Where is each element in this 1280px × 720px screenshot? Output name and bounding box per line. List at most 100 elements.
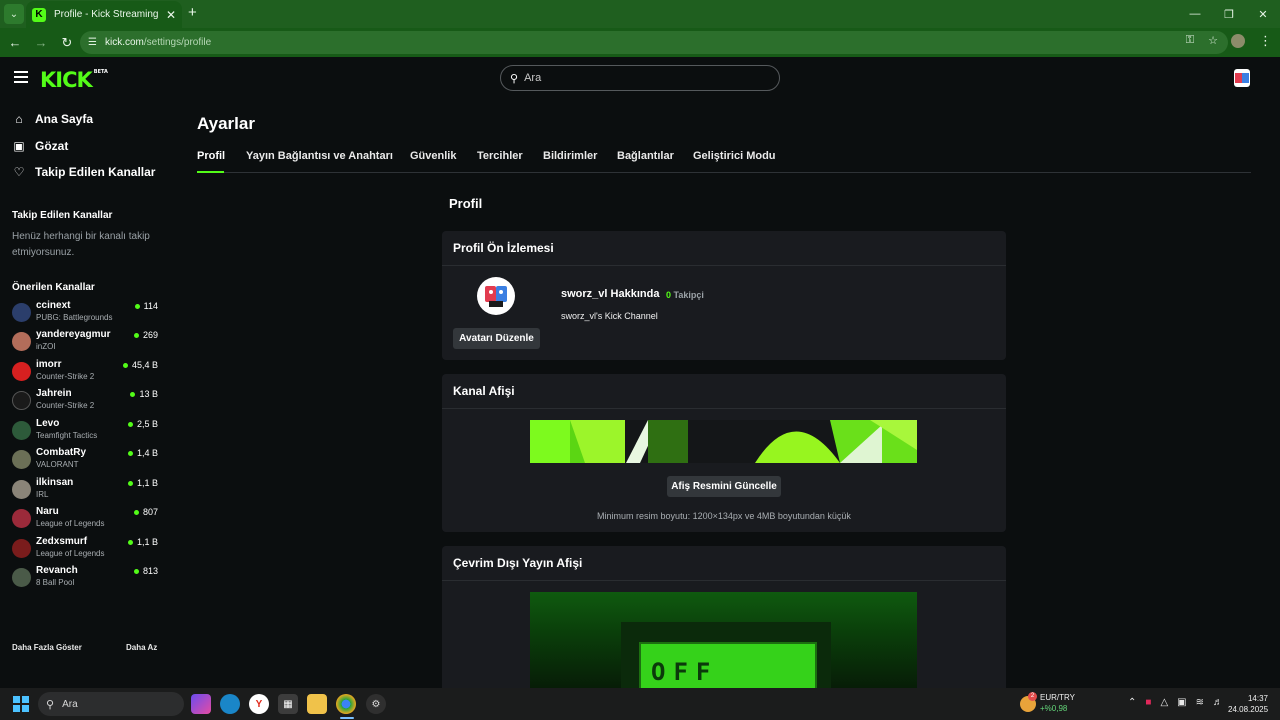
user-avatar[interactable]	[1234, 69, 1250, 87]
profile-preview-card: Profil Ön İzlemesi Avatarı Düzenle sworz…	[442, 231, 1006, 360]
channel-avatar	[12, 332, 31, 351]
profile-avatar	[477, 277, 515, 315]
browser-toolbar: ← → ↻ ☰ kick.com/settings/profile ⚿ ☆ ⋮	[0, 28, 1280, 57]
banner-preview	[530, 420, 917, 463]
search-input[interactable]	[524, 72, 755, 84]
windows-taskbar: ⚲ Ara Y ▦ ⚙ 2 EUR/TRY +%0,98 ⌃ ■ △ ▣ ≋ ♬…	[0, 688, 1280, 720]
channel-avatar	[12, 509, 31, 528]
section-title: Profil	[449, 196, 483, 211]
channel-avatar	[12, 539, 31, 558]
channel-item[interactable]: Revanch 8 Ball Pool 813	[12, 564, 162, 590]
kick-logo[interactable]: KICK BETA	[40, 68, 108, 92]
kick-site: KICKBETA ⚲ ⌂ Ana Sayfa ▣ Gözat ♡ Takip E…	[0, 58, 1280, 688]
wifi-icon[interactable]: ≋	[1196, 697, 1204, 708]
viewer-count: 1,1 B	[127, 537, 158, 547]
followed-empty-text: Henüz herhangi bir kanalı takip etmiyors…	[12, 231, 150, 258]
network-icon[interactable]: ▣	[1177, 697, 1186, 708]
recommended-heading: Önerilen Kanallar	[12, 282, 95, 293]
system-tray: ⌃ ■ △ ▣ ≋ ♬	[1128, 697, 1223, 708]
url-text: kick.com/settings/profile	[104, 37, 212, 48]
channel-item[interactable]: ilkinsan IRL 1,1 B	[12, 476, 162, 502]
viewer-count: 269	[133, 330, 158, 340]
viewer-count: 2,5 B	[127, 419, 158, 429]
card-header: Çevrim Dışı Yayın Afişi	[442, 546, 1006, 581]
channel-item[interactable]: yandereyagmur inZOI 269	[12, 328, 162, 354]
tab-security[interactable]: Güvenlik	[410, 150, 456, 162]
tab-connections[interactable]: Bağlantılar	[617, 150, 674, 162]
channel-avatar	[12, 568, 31, 587]
channel-avatar	[12, 362, 31, 381]
offline-banner-preview: OFF	[530, 592, 917, 688]
channel-item[interactable]: imorr Counter-Strike 2 45,4 B	[12, 358, 162, 384]
profile-description: sworz_vl's Kick Channel	[561, 311, 658, 321]
channel-item[interactable]: ccinext PUBG: Battlegrounds 114	[12, 299, 162, 325]
volume-icon[interactable]: ♬	[1213, 697, 1223, 708]
close-window-icon[interactable]: ✕	[1246, 8, 1280, 21]
password-key-icon[interactable]: ⚿	[1186, 34, 1194, 47]
viewer-count: 45,4 B	[122, 360, 158, 370]
reload-icon[interactable]: ↻	[56, 35, 78, 51]
followed-heading: Takip Edilen Kanallar	[12, 210, 113, 221]
tab-notifications[interactable]: Bildirimler	[543, 150, 597, 162]
tab-profile[interactable]: Profil	[197, 150, 225, 162]
taskbar-search[interactable]: ⚲ Ara	[38, 692, 184, 716]
tab-preferences[interactable]: Tercihler	[477, 150, 523, 162]
app-tray-icon[interactable]: △	[1160, 697, 1168, 708]
sidebar-item-browse[interactable]: ▣ Gözat	[12, 139, 68, 153]
chrome-app-icon[interactable]	[336, 694, 356, 714]
channel-item[interactable]: CombatRy VALORANT 1,4 B	[12, 446, 162, 472]
tab-developer[interactable]: Geliştirici Modu	[693, 150, 776, 162]
clock[interactable]: 14:37 24.08.2025	[1228, 693, 1268, 715]
app-tray-icon[interactable]: ■	[1145, 697, 1151, 708]
heart-icon: ♡	[13, 165, 25, 179]
minimize-icon[interactable]: —	[1178, 8, 1212, 20]
viewer-count: 813	[133, 566, 158, 576]
banner-art-icon	[530, 420, 917, 463]
address-bar[interactable]: ☰ kick.com/settings/profile ⚿ ☆	[80, 31, 1228, 54]
show-less-button[interactable]: Daha Az	[126, 643, 157, 652]
tab-stream-key[interactable]: Yayın Bağlantısı ve Anahtarı	[246, 150, 393, 162]
channel-avatar	[12, 303, 31, 322]
viewer-count: 114	[134, 301, 158, 311]
channel-item[interactable]: Jahrein Counter-Strike 2 13 B	[12, 387, 162, 413]
card-header: Kanal Afişi	[442, 374, 1006, 409]
channel-item[interactable]: Naru League of Legends 807	[12, 505, 162, 531]
widget-badge: 2	[1028, 692, 1037, 701]
close-tab-icon[interactable]: ✕	[166, 8, 176, 22]
sidebar-item-following[interactable]: ♡ Takip Edilen Kanallar	[12, 165, 156, 179]
channel-item[interactable]: Zedxsmurf League of Legends 1,1 B	[12, 535, 162, 561]
search-icon: ⚲	[46, 698, 55, 711]
viewer-count: 807	[133, 507, 158, 517]
channel-item[interactable]: Levo Teamfight Tactics 2,5 B	[12, 417, 162, 443]
forward-icon[interactable]: →	[30, 35, 52, 50]
yandex-app-icon[interactable]: Y	[249, 694, 269, 714]
hamburger-menu-icon[interactable]	[14, 71, 28, 86]
browser-tab-title: Profile - Kick Streaming	[54, 9, 159, 20]
edit-avatar-button[interactable]: Avatarı Düzenle	[453, 328, 540, 349]
search-bar: ⚲	[500, 65, 780, 91]
back-icon[interactable]: ←	[4, 35, 26, 50]
store-app-icon[interactable]: ▦	[278, 694, 298, 714]
profile-avatar-icon[interactable]	[1231, 34, 1245, 48]
followers-count: 0 Takipçi	[666, 290, 704, 300]
copilot-app-icon[interactable]	[191, 694, 211, 714]
site-info-icon[interactable]: ☰	[88, 37, 97, 48]
edge-app-icon[interactable]	[220, 694, 240, 714]
new-tab-button[interactable]: +	[188, 4, 197, 21]
viewer-count: 1,1 B	[127, 478, 158, 488]
sidebar-item-home[interactable]: ⌂ Ana Sayfa	[12, 112, 93, 126]
restore-icon[interactable]: ❐	[1212, 8, 1246, 21]
update-banner-button[interactable]: Afiş Resmini Güncelle	[667, 476, 781, 497]
file-explorer-icon[interactable]	[307, 694, 327, 714]
steam-app-icon[interactable]: ⚙	[366, 694, 386, 714]
show-more-button[interactable]: Daha Fazla Göster	[12, 643, 82, 652]
tab-search-button[interactable]: ⌄	[4, 4, 24, 24]
browser-tab[interactable]: K Profile - Kick Streaming ✕	[26, 1, 182, 28]
stock-widget[interactable]: EUR/TRY +%0,98	[1040, 692, 1075, 714]
windows-start-icon[interactable]	[13, 696, 29, 712]
chevron-up-icon[interactable]: ⌃	[1128, 697, 1136, 708]
card-header: Profil Ön İzlemesi	[442, 231, 1006, 266]
browse-icon: ▣	[13, 139, 25, 153]
bookmark-star-icon[interactable]: ☆	[1208, 34, 1218, 47]
menu-kebab-icon[interactable]: ⋮	[1259, 33, 1272, 49]
